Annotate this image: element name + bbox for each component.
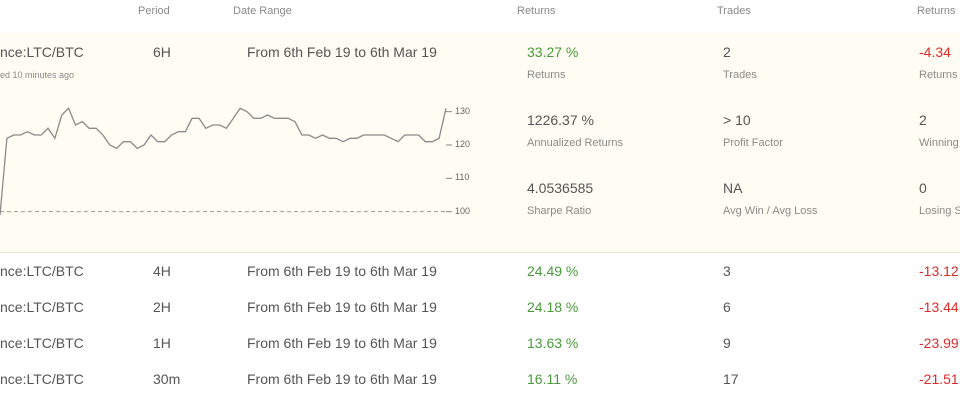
date-range-value: From 6th Feb 19 to 6th Mar 19 xyxy=(247,335,437,351)
right-returns-value: -13.44 xyxy=(919,299,959,315)
market-name[interactable]: nce:LTC/BTC xyxy=(0,263,84,279)
avg-win-loss-value: NA xyxy=(723,180,743,196)
returns-sparkline-chart xyxy=(0,107,452,216)
avg-win-loss-label: Avg Win / Avg Loss xyxy=(723,205,818,217)
date-range-value: From 6th Feb 19 to 6th Mar 19 xyxy=(247,44,437,60)
period-value: 4H xyxy=(153,263,171,279)
annualized-returns-label: Annualized Returns xyxy=(527,137,624,149)
market-name[interactable]: nce:LTC/BTC xyxy=(0,335,84,351)
returns-value: 24.49 % xyxy=(527,263,579,279)
returns-label: Returns xyxy=(527,69,566,81)
right-returns-value: -23.99 xyxy=(919,335,959,351)
profit-factor-value: > 10 xyxy=(723,112,751,128)
trades-value: 3 xyxy=(723,263,731,279)
sharpe-ratio-label: Sharpe Ratio xyxy=(527,205,592,217)
trades-value: 9 xyxy=(723,335,731,351)
trades-value: 6 xyxy=(723,299,731,315)
trades-label: Trades xyxy=(723,69,757,81)
losing-label: Losing S xyxy=(919,205,960,217)
header-date-range: Date Range xyxy=(233,5,292,17)
right-returns-value: -21.51 xyxy=(919,371,959,387)
header-returns: Returns xyxy=(517,5,556,17)
profit-factor-label: Profit Factor xyxy=(723,137,783,149)
returns-value: 16.11 % xyxy=(527,371,578,387)
returns-value: 33.27 % xyxy=(527,44,579,60)
trades-value: 17 xyxy=(723,371,739,387)
period-value: 1H xyxy=(153,335,171,351)
updated-time: ed 10 minutes ago xyxy=(0,70,75,80)
sparkline-series xyxy=(0,107,447,216)
y-tick-label: 120 xyxy=(455,139,471,149)
returns-value: 13.63 % xyxy=(527,335,579,351)
header-period: Period xyxy=(138,5,170,17)
y-tick-label: 100 xyxy=(455,205,471,216)
market-name[interactable]: nce:LTC/BTC xyxy=(0,44,84,60)
y-tick-label: 130 xyxy=(455,105,471,116)
header-trades: Trades xyxy=(717,5,751,17)
trades-value: 2 xyxy=(723,44,731,60)
header-returns-right: Returns xyxy=(917,5,956,17)
right-returns-label: Returns xyxy=(919,69,958,81)
winning-label: Winning xyxy=(919,137,959,149)
period-value: 2H xyxy=(153,299,171,315)
period-value: 6H xyxy=(153,44,171,60)
annualized-returns-value: 1226.37 % xyxy=(527,112,594,128)
date-range-value: From 6th Feb 19 to 6th Mar 19 xyxy=(247,299,437,315)
date-range-value: From 6th Feb 19 to 6th Mar 19 xyxy=(247,371,437,387)
y-tick-label: 110 xyxy=(455,172,470,183)
market-name[interactable]: nce:LTC/BTC xyxy=(0,299,84,315)
sharpe-ratio-value: 4.0536585 xyxy=(527,180,594,196)
date-range-value: From 6th Feb 19 to 6th Mar 19 xyxy=(247,263,437,279)
period-value: 30m xyxy=(153,371,181,387)
market-name[interactable]: nce:LTC/BTC xyxy=(0,371,84,387)
winning-value: 2 xyxy=(919,112,927,128)
right-returns-value: -13.12 xyxy=(919,263,959,279)
y-axis-ticks xyxy=(446,111,452,213)
returns-value: 24.18 % xyxy=(527,299,579,315)
right-returns-value: -4.34 xyxy=(919,44,951,60)
losing-value: 0 xyxy=(919,180,927,196)
